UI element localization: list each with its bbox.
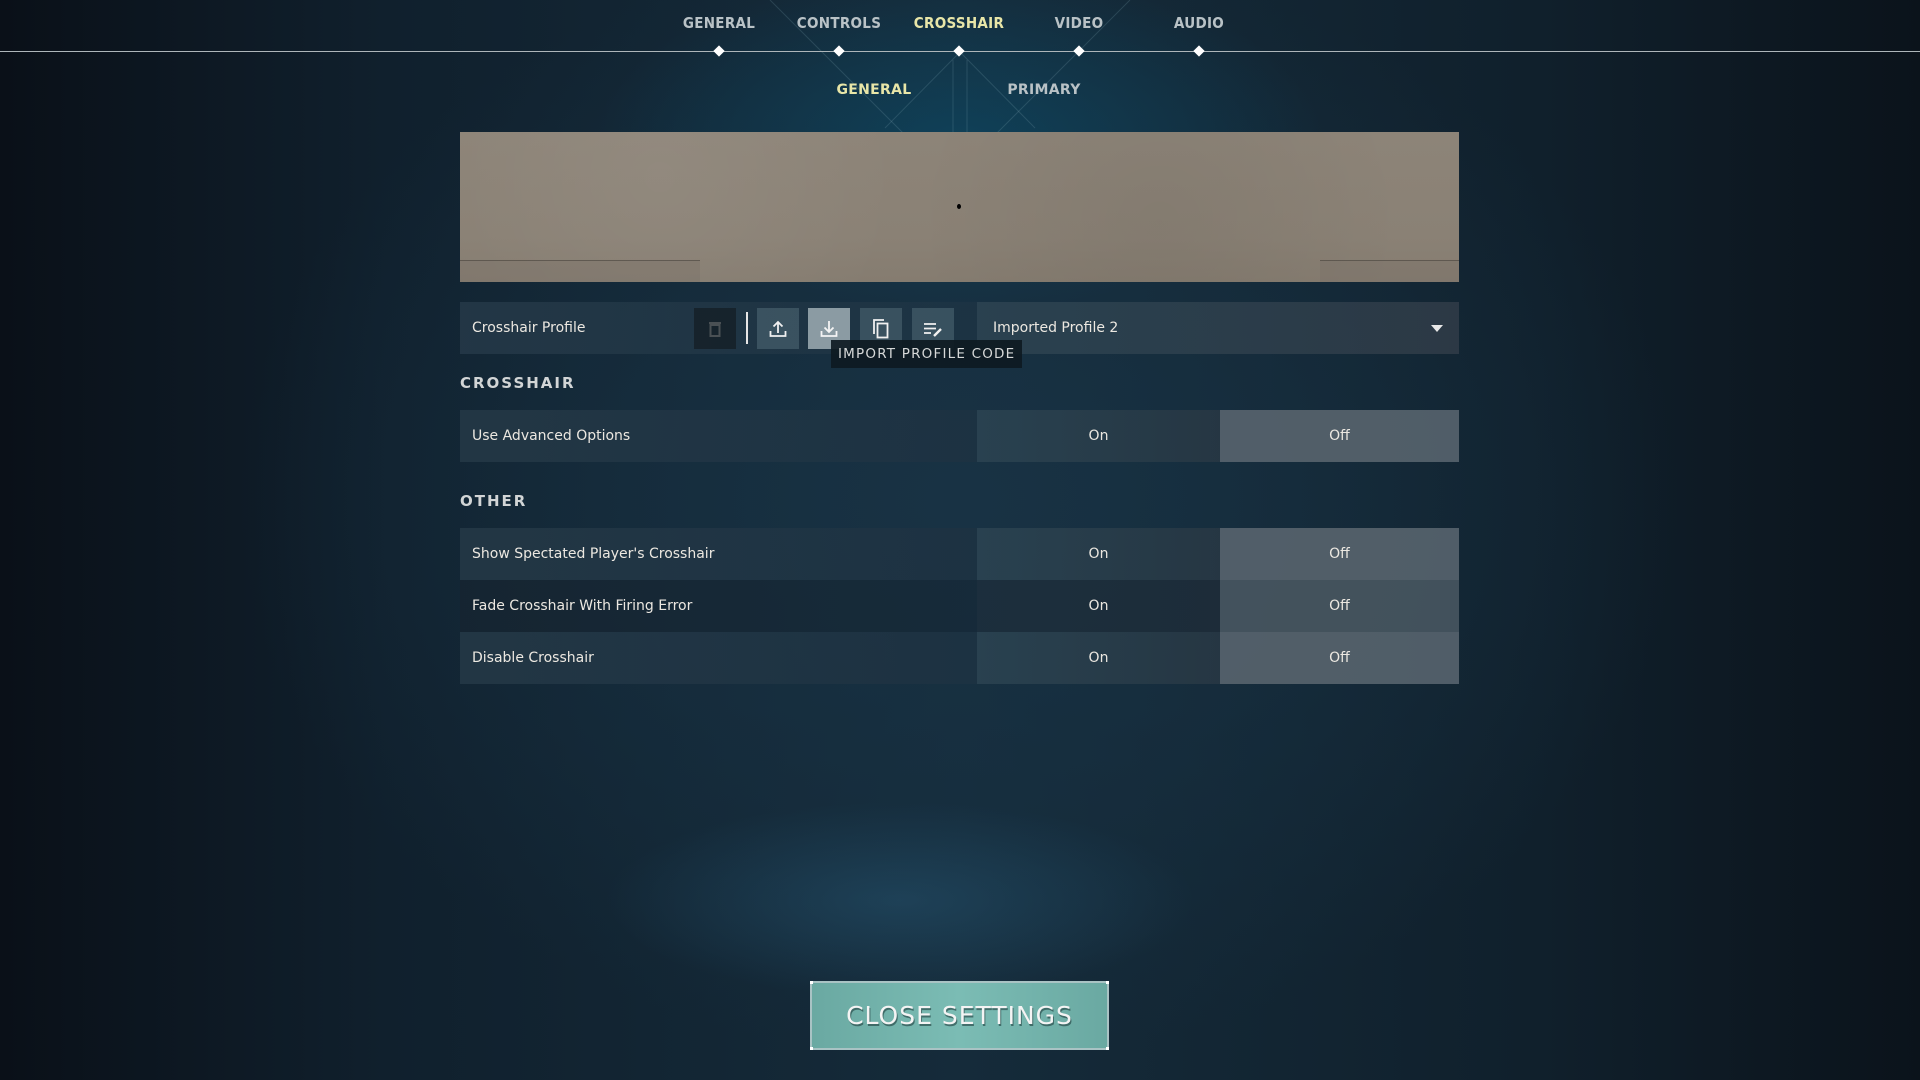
section-title-other: OTHER (460, 492, 528, 510)
tab-controls[interactable]: CONTROLS (797, 14, 881, 38)
tab-video[interactable]: VIDEO (1055, 14, 1104, 38)
crosshair-dot (957, 204, 961, 209)
button-corner (810, 981, 813, 984)
subtab-primary[interactable]: PRIMARY (1007, 82, 1080, 104)
setting-label: Show Spectated Player's Crosshair (460, 528, 977, 580)
tab-audio[interactable]: AUDIO (1174, 14, 1224, 38)
option-on-button[interactable]: On (977, 410, 1220, 462)
option-on-button[interactable]: On (977, 528, 1220, 580)
setting-row-show-spectated-crosshair: Show Spectated Player's Crosshair On Off (460, 528, 1459, 580)
setting-label: Disable Crosshair (460, 632, 977, 684)
button-corner (1106, 981, 1109, 984)
button-corner (810, 1047, 813, 1050)
setting-label: Fade Crosshair With Firing Error (460, 580, 977, 632)
preview-wall-brick (1320, 260, 1459, 282)
setting-label: Use Advanced Options (460, 410, 977, 462)
profile-dropdown[interactable]: Imported Profile 2 (977, 302, 1459, 354)
toolbar-separator (746, 312, 748, 344)
close-settings-label: CLOSE SETTINGS (846, 1001, 1073, 1030)
close-settings-button[interactable]: CLOSE SETTINGS (810, 981, 1109, 1050)
button-corner (1106, 1047, 1109, 1050)
upload-icon (769, 320, 787, 337)
setting-row-fade-crosshair: Fade Crosshair With Firing Error On Off (460, 580, 1459, 632)
tab-crosshair[interactable]: CROSSHAIR (914, 14, 1004, 38)
edit-list-icon (924, 322, 942, 337)
delete-profile-button[interactable] (694, 308, 736, 349)
tab-marker-icon (1193, 45, 1205, 57)
option-on-button[interactable]: On (977, 632, 1220, 684)
export-profile-button[interactable] (757, 308, 799, 349)
tab-marker-icon (713, 45, 725, 57)
chevron-down-icon (1431, 324, 1443, 332)
profile-label: Crosshair Profile (472, 320, 586, 336)
import-profile-tooltip: IMPORT PROFILE CODE (831, 340, 1023, 368)
tab-marker-icon (833, 45, 845, 57)
section-title-crosshair: CROSSHAIR (460, 374, 576, 392)
download-icon (820, 320, 838, 337)
setting-row-disable-crosshair: Disable Crosshair On Off (460, 632, 1459, 684)
option-off-button[interactable]: Off (1220, 632, 1459, 684)
profile-dropdown-value: Imported Profile 2 (993, 320, 1119, 336)
setting-row-use-advanced-options: Use Advanced Options On Off (460, 410, 1459, 462)
preview-wall-brick (460, 260, 700, 282)
option-on-button[interactable]: On (977, 580, 1220, 632)
subtab-general[interactable]: GENERAL (837, 82, 912, 104)
copy-icon (873, 318, 889, 338)
tab-general[interactable]: GENERAL (683, 14, 755, 38)
option-off-button[interactable]: Off (1220, 528, 1459, 580)
trash-icon (709, 321, 721, 337)
tab-marker-icon (953, 45, 965, 57)
option-off-button[interactable]: Off (1220, 580, 1459, 632)
option-off-button[interactable]: Off (1220, 410, 1459, 462)
tab-marker-icon (1073, 45, 1085, 57)
